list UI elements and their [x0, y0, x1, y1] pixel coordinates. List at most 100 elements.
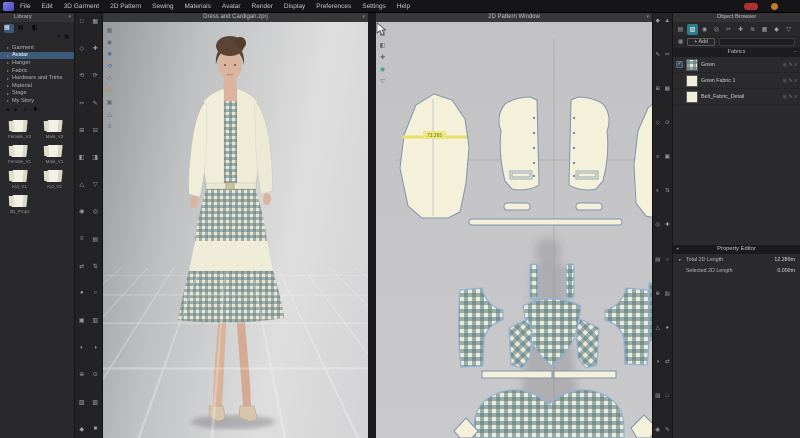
viewport-tool-icon[interactable]: ≡	[105, 122, 114, 131]
tool-icon[interactable]: ▽	[89, 179, 103, 190]
tool-icon[interactable]: ◆	[653, 16, 663, 26]
tool-icon[interactable]: ●	[663, 323, 673, 333]
thumbnail-view-icon[interactable]: ▦	[64, 34, 69, 42]
collapse-section-icon[interactable]: −	[794, 48, 797, 57]
viewport-tool-icon[interactable]: ◇	[105, 74, 114, 83]
tool-icon[interactable]: ▦	[663, 84, 673, 94]
tool-icon[interactable]: ▧	[89, 397, 103, 408]
tool-icon[interactable]: ≡	[653, 152, 663, 162]
object-browser-tab-icon[interactable]: ▤	[675, 24, 686, 35]
library-tree-item[interactable]: ▸ Stage	[0, 90, 74, 98]
menu-item[interactable]: File	[20, 3, 30, 10]
tool-icon[interactable]: ◨	[89, 152, 103, 163]
tool-icon[interactable]: ▤	[89, 234, 103, 245]
tool-icon[interactable]: ⊞	[653, 84, 663, 94]
library-folder[interactable]: Kid_V2	[37, 169, 72, 189]
library-folder[interactable]: Female_V1	[2, 144, 37, 164]
fabric-swatch[interactable]	[686, 74, 698, 87]
menu-item[interactable]: Materials	[185, 3, 211, 10]
pattern-canvas[interactable]: 73.265	[376, 22, 652, 438]
viewport-tool-icon[interactable]: ⊙	[105, 86, 114, 95]
object-browser-tab-icon[interactable]: ▨	[687, 23, 698, 35]
tool-icon[interactable]: ⇄	[75, 261, 89, 272]
library-split-icon[interactable]: ◧	[32, 24, 42, 33]
tool-icon[interactable]: ⊟	[89, 125, 103, 136]
library-panel-header[interactable]: Library ▾	[0, 13, 74, 22]
tool-icon[interactable]: ○	[663, 255, 673, 265]
object-browser-tab-icon[interactable]: ✚	[735, 24, 746, 35]
object-browser-header[interactable]: Object Browser	[673, 13, 800, 22]
tool-icon[interactable]: ⟳	[89, 70, 103, 81]
menu-item[interactable]: Settings	[362, 3, 386, 10]
tool-icon[interactable]: ⊞	[75, 125, 89, 136]
library-folder[interactable]: Male_V1	[37, 144, 72, 164]
property-row[interactable]: ▸ Total 2D Length 12.289m	[673, 254, 800, 265]
tool-icon[interactable]: ▣	[75, 315, 89, 326]
viewport-tool-icon[interactable]: ◉	[105, 38, 114, 47]
tool-icon[interactable]: ◑	[653, 357, 663, 367]
tool-icon[interactable]: ▤	[653, 255, 663, 265]
tool-icon[interactable]: ⊕	[75, 369, 89, 380]
tool-icon[interactable]: ⇅	[89, 261, 103, 272]
library-folder[interactable]: Female_V2	[2, 119, 37, 139]
tool-icon[interactable]: ✎	[653, 50, 663, 60]
tool-icon[interactable]: ⇅	[663, 186, 673, 196]
2d-pattern-viewport[interactable]: 2D Pattern Window ▾ ▤◧✚◉▽	[372, 13, 652, 438]
tool-icon[interactable]: ⇄	[663, 357, 673, 367]
tool-icon[interactable]: ◉	[653, 425, 663, 435]
back-icon[interactable]: ◂	[6, 107, 9, 113]
menu-icon[interactable]: ≡	[794, 62, 797, 68]
tool-icon[interactable]: ◆	[75, 424, 89, 435]
property-editor-header[interactable]: ◂ Property Editor	[673, 245, 800, 254]
tool-icon[interactable]: ◐	[653, 186, 663, 196]
tool-icon[interactable]: ▨	[653, 391, 663, 401]
viewport-tool-icon[interactable]: ◉	[378, 65, 387, 74]
fabric-row[interactable]: ✓ Belt_Fabric_Detail ◎ ✎ ≡	[673, 89, 800, 105]
menu-item[interactable]: Preferences	[316, 3, 351, 10]
fabrics-section-header[interactable]: Fabrics −	[673, 48, 800, 57]
object-browser-tab-icon[interactable]: ◆	[771, 24, 782, 35]
tool-icon[interactable]: ✚	[89, 43, 103, 54]
forward-icon[interactable]: ▸	[15, 107, 18, 113]
menu-item[interactable]: Render	[252, 3, 273, 10]
menu-item[interactable]: Edit	[41, 3, 52, 10]
3d-viewport-titlebar[interactable]: Dress and Cardigan.zprj ▾	[103, 13, 368, 22]
fabric-swatch[interactable]	[686, 90, 698, 103]
tool-icon[interactable]: ■	[89, 424, 103, 435]
fabric-checkbox[interactable]: ✓	[676, 61, 683, 68]
tool-icon[interactable]: ▦	[89, 16, 103, 27]
library-folder-icon[interactable]: ▦	[4, 23, 14, 33]
viewport-tool-icon[interactable]: ⟲	[105, 62, 114, 71]
property-row[interactable]: Selected 2D Length 0.000m	[673, 265, 800, 276]
tool-icon[interactable]: ▥	[663, 289, 673, 299]
tool-icon[interactable]: □	[663, 391, 673, 401]
library-tree-item[interactable]: ▸ Hanger	[0, 59, 74, 67]
object-browser-tab-icon[interactable]: ◎	[711, 24, 722, 35]
library-tree-item[interactable]: ▸ Fabric	[0, 67, 74, 75]
edit-icon[interactable]: ✎	[789, 94, 793, 100]
tool-icon[interactable]: ⟲	[75, 70, 89, 81]
tool-icon[interactable]: ◧	[75, 152, 89, 163]
visibility-icon[interactable]: ◎	[783, 78, 787, 84]
object-browser-tab-icon[interactable]: ▦	[759, 24, 770, 35]
menu-item[interactable]: Sewing	[152, 3, 173, 10]
library-tree-item[interactable]: ▸ Material	[0, 82, 74, 90]
object-browser-tab-icon[interactable]: ≋	[747, 24, 758, 35]
library-folder[interactable]: Kid_V1	[2, 169, 37, 189]
library-tree-item[interactable]: ▸ Avatar	[0, 51, 74, 60]
tool-icon[interactable]: ◎	[653, 220, 663, 230]
visibility-icon[interactable]: ◎	[783, 62, 787, 68]
2d-viewport-titlebar[interactable]: 2D Pattern Window ▾	[376, 13, 652, 22]
tool-icon[interactable]: ✚	[663, 220, 673, 230]
tool-icon[interactable]: ≡	[75, 234, 89, 245]
menu-item[interactable]: 3D Garment	[64, 3, 99, 10]
menu-icon[interactable]: ≡	[794, 78, 797, 84]
edit-icon[interactable]: ✎	[789, 78, 793, 84]
tool-icon[interactable]: ⊙	[663, 118, 673, 128]
library-tree-item[interactable]: ▸ Garment	[0, 44, 74, 52]
library-folder[interactable]: Male_V2	[37, 119, 72, 139]
chevron-down-icon[interactable]: ▾	[68, 13, 71, 22]
tool-icon[interactable]: □	[75, 16, 89, 27]
tool-icon[interactable]: ▲	[663, 16, 673, 26]
viewport-tool-icon[interactable]: ▦	[105, 26, 114, 35]
